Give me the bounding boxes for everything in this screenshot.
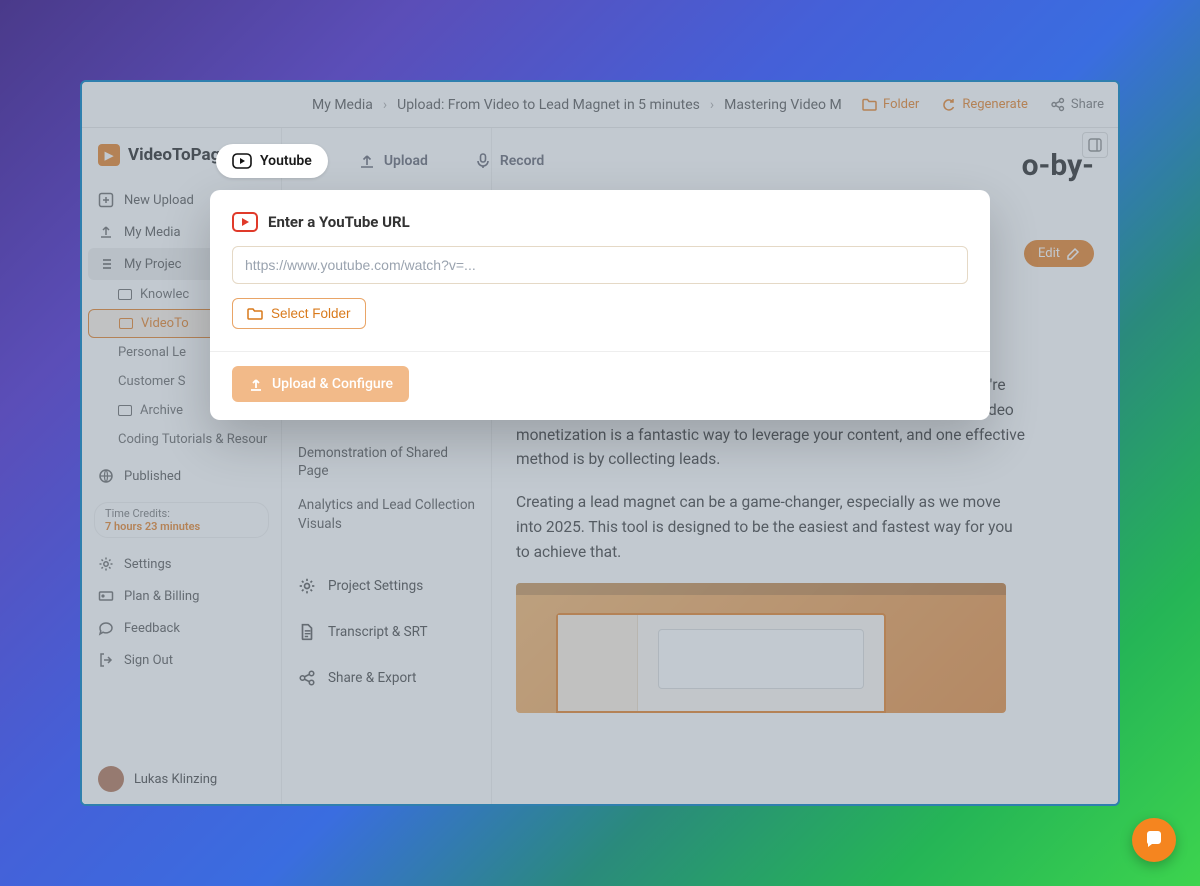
modal-tabs: Youtube Upload Record (210, 144, 990, 190)
upload-configure-label: Upload & Configure (272, 376, 393, 392)
microphone-icon (474, 152, 492, 170)
modal-title: Enter a YouTube URL (268, 213, 410, 231)
tab-upload[interactable]: Upload (342, 144, 444, 178)
tab-youtube-label: Youtube (260, 153, 312, 169)
youtube-icon (232, 212, 258, 232)
modal-card: Enter a YouTube URL Select Folder Upload… (210, 190, 990, 420)
tab-record[interactable]: Record (458, 144, 560, 178)
app-window: My Media › Upload: From Video to Lead Ma… (80, 80, 1120, 806)
select-folder-label: Select Folder (271, 306, 351, 321)
tab-record-label: Record (500, 153, 544, 169)
support-chat-button[interactable] (1132, 818, 1176, 862)
select-folder-button[interactable]: Select Folder (232, 298, 366, 329)
tab-youtube[interactable]: Youtube (216, 144, 328, 178)
folder-icon (247, 307, 263, 321)
upload-configure-button[interactable]: Upload & Configure (232, 366, 409, 402)
upload-icon (248, 376, 264, 392)
modal-overlay[interactable]: Youtube Upload Record Enter a YouTube UR (82, 82, 1118, 804)
upload-modal: Youtube Upload Record Enter a YouTube UR (210, 144, 990, 420)
youtube-url-input[interactable] (232, 246, 968, 284)
youtube-icon (232, 153, 252, 169)
chat-icon (1143, 829, 1165, 851)
upload-icon (358, 152, 376, 170)
tab-upload-label: Upload (384, 153, 428, 169)
